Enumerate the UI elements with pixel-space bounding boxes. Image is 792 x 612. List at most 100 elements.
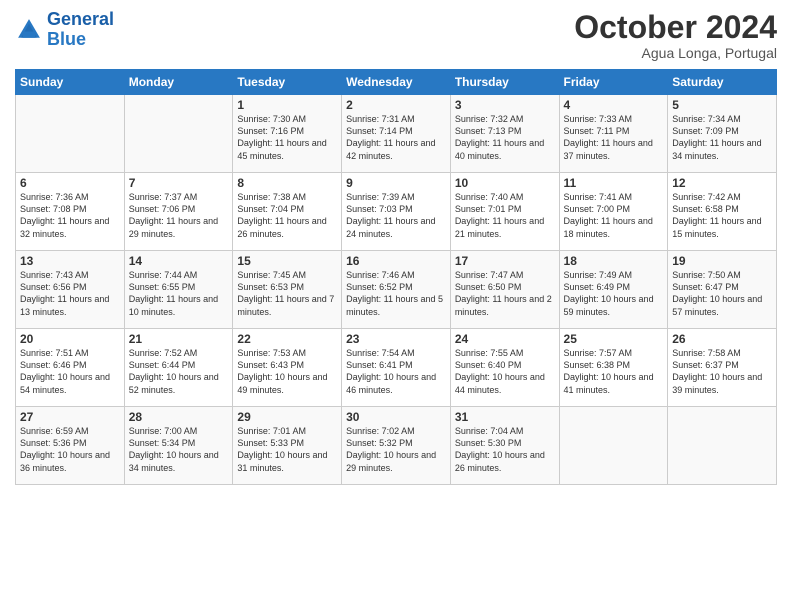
logo-icon (15, 16, 43, 44)
day-info: Sunrise: 7:02 AM Sunset: 5:32 PM Dayligh… (346, 425, 446, 474)
table-row: 7Sunrise: 7:37 AM Sunset: 7:06 PM Daylig… (124, 173, 233, 251)
day-number: 16 (346, 254, 446, 268)
day-info: Sunrise: 7:34 AM Sunset: 7:09 PM Dayligh… (672, 113, 772, 162)
day-info: Sunrise: 7:39 AM Sunset: 7:03 PM Dayligh… (346, 191, 446, 240)
col-friday: Friday (559, 70, 668, 95)
day-info: Sunrise: 7:44 AM Sunset: 6:55 PM Dayligh… (129, 269, 229, 318)
table-row: 10Sunrise: 7:40 AM Sunset: 7:01 PM Dayli… (450, 173, 559, 251)
table-row (124, 95, 233, 173)
day-info: Sunrise: 7:52 AM Sunset: 6:44 PM Dayligh… (129, 347, 229, 396)
calendar-week-row: 13Sunrise: 7:43 AM Sunset: 6:56 PM Dayli… (16, 251, 777, 329)
table-row: 24Sunrise: 7:55 AM Sunset: 6:40 PM Dayli… (450, 329, 559, 407)
col-wednesday: Wednesday (342, 70, 451, 95)
calendar-week-row: 1Sunrise: 7:30 AM Sunset: 7:16 PM Daylig… (16, 95, 777, 173)
table-row: 19Sunrise: 7:50 AM Sunset: 6:47 PM Dayli… (668, 251, 777, 329)
day-number: 22 (237, 332, 337, 346)
table-row: 16Sunrise: 7:46 AM Sunset: 6:52 PM Dayli… (342, 251, 451, 329)
day-number: 15 (237, 254, 337, 268)
table-row: 12Sunrise: 7:42 AM Sunset: 6:58 PM Dayli… (668, 173, 777, 251)
table-row: 31Sunrise: 7:04 AM Sunset: 5:30 PM Dayli… (450, 407, 559, 485)
location-subtitle: Agua Longa, Portugal (574, 45, 777, 61)
table-row: 25Sunrise: 7:57 AM Sunset: 6:38 PM Dayli… (559, 329, 668, 407)
table-row: 5Sunrise: 7:34 AM Sunset: 7:09 PM Daylig… (668, 95, 777, 173)
day-number: 21 (129, 332, 229, 346)
table-row: 21Sunrise: 7:52 AM Sunset: 6:44 PM Dayli… (124, 329, 233, 407)
calendar-week-row: 27Sunrise: 6:59 AM Sunset: 5:36 PM Dayli… (16, 407, 777, 485)
logo: General Blue (15, 10, 114, 50)
day-number: 11 (564, 176, 664, 190)
day-number: 26 (672, 332, 772, 346)
day-number: 1 (237, 98, 337, 112)
day-info: Sunrise: 7:32 AM Sunset: 7:13 PM Dayligh… (455, 113, 555, 162)
day-info: Sunrise: 6:59 AM Sunset: 5:36 PM Dayligh… (20, 425, 120, 474)
table-row: 13Sunrise: 7:43 AM Sunset: 6:56 PM Dayli… (16, 251, 125, 329)
day-info: Sunrise: 7:46 AM Sunset: 6:52 PM Dayligh… (346, 269, 446, 318)
calendar-week-row: 6Sunrise: 7:36 AM Sunset: 7:08 PM Daylig… (16, 173, 777, 251)
table-row (559, 407, 668, 485)
table-row: 1Sunrise: 7:30 AM Sunset: 7:16 PM Daylig… (233, 95, 342, 173)
day-info: Sunrise: 7:33 AM Sunset: 7:11 PM Dayligh… (564, 113, 664, 162)
col-thursday: Thursday (450, 70, 559, 95)
day-info: Sunrise: 7:53 AM Sunset: 6:43 PM Dayligh… (237, 347, 337, 396)
day-info: Sunrise: 7:47 AM Sunset: 6:50 PM Dayligh… (455, 269, 555, 318)
day-number: 14 (129, 254, 229, 268)
table-row: 28Sunrise: 7:00 AM Sunset: 5:34 PM Dayli… (124, 407, 233, 485)
logo-blue: Blue (47, 30, 114, 50)
day-number: 24 (455, 332, 555, 346)
table-row: 8Sunrise: 7:38 AM Sunset: 7:04 PM Daylig… (233, 173, 342, 251)
calendar-header-row: Sunday Monday Tuesday Wednesday Thursday… (16, 70, 777, 95)
day-info: Sunrise: 7:51 AM Sunset: 6:46 PM Dayligh… (20, 347, 120, 396)
calendar-table: Sunday Monday Tuesday Wednesday Thursday… (15, 69, 777, 485)
day-number: 19 (672, 254, 772, 268)
header: General Blue October 2024 Agua Longa, Po… (15, 10, 777, 61)
day-number: 28 (129, 410, 229, 424)
day-info: Sunrise: 7:42 AM Sunset: 6:58 PM Dayligh… (672, 191, 772, 240)
day-info: Sunrise: 7:57 AM Sunset: 6:38 PM Dayligh… (564, 347, 664, 396)
day-info: Sunrise: 7:45 AM Sunset: 6:53 PM Dayligh… (237, 269, 337, 318)
day-info: Sunrise: 7:50 AM Sunset: 6:47 PM Dayligh… (672, 269, 772, 318)
day-number: 23 (346, 332, 446, 346)
day-number: 4 (564, 98, 664, 112)
table-row: 27Sunrise: 6:59 AM Sunset: 5:36 PM Dayli… (16, 407, 125, 485)
day-number: 27 (20, 410, 120, 424)
table-row: 22Sunrise: 7:53 AM Sunset: 6:43 PM Dayli… (233, 329, 342, 407)
day-info: Sunrise: 7:04 AM Sunset: 5:30 PM Dayligh… (455, 425, 555, 474)
page: General Blue October 2024 Agua Longa, Po… (0, 0, 792, 612)
table-row: 11Sunrise: 7:41 AM Sunset: 7:00 PM Dayli… (559, 173, 668, 251)
table-row: 29Sunrise: 7:01 AM Sunset: 5:33 PM Dayli… (233, 407, 342, 485)
table-row: 18Sunrise: 7:49 AM Sunset: 6:49 PM Dayli… (559, 251, 668, 329)
table-row: 30Sunrise: 7:02 AM Sunset: 5:32 PM Dayli… (342, 407, 451, 485)
table-row: 15Sunrise: 7:45 AM Sunset: 6:53 PM Dayli… (233, 251, 342, 329)
month-title: October 2024 (574, 10, 777, 45)
day-info: Sunrise: 7:40 AM Sunset: 7:01 PM Dayligh… (455, 191, 555, 240)
day-info: Sunrise: 7:31 AM Sunset: 7:14 PM Dayligh… (346, 113, 446, 162)
day-info: Sunrise: 7:41 AM Sunset: 7:00 PM Dayligh… (564, 191, 664, 240)
title-block: October 2024 Agua Longa, Portugal (574, 10, 777, 61)
day-number: 17 (455, 254, 555, 268)
table-row: 9Sunrise: 7:39 AM Sunset: 7:03 PM Daylig… (342, 173, 451, 251)
col-tuesday: Tuesday (233, 70, 342, 95)
day-info: Sunrise: 7:43 AM Sunset: 6:56 PM Dayligh… (20, 269, 120, 318)
day-number: 5 (672, 98, 772, 112)
logo-text: General Blue (47, 10, 114, 50)
logo-general: General (47, 9, 114, 29)
day-number: 12 (672, 176, 772, 190)
day-number: 3 (455, 98, 555, 112)
day-number: 10 (455, 176, 555, 190)
day-number: 25 (564, 332, 664, 346)
day-info: Sunrise: 7:36 AM Sunset: 7:08 PM Dayligh… (20, 191, 120, 240)
day-info: Sunrise: 7:37 AM Sunset: 7:06 PM Dayligh… (129, 191, 229, 240)
day-info: Sunrise: 7:49 AM Sunset: 6:49 PM Dayligh… (564, 269, 664, 318)
table-row (16, 95, 125, 173)
day-info: Sunrise: 7:58 AM Sunset: 6:37 PM Dayligh… (672, 347, 772, 396)
day-info: Sunrise: 7:01 AM Sunset: 5:33 PM Dayligh… (237, 425, 337, 474)
day-number: 29 (237, 410, 337, 424)
col-saturday: Saturday (668, 70, 777, 95)
day-info: Sunrise: 7:30 AM Sunset: 7:16 PM Dayligh… (237, 113, 337, 162)
calendar-week-row: 20Sunrise: 7:51 AM Sunset: 6:46 PM Dayli… (16, 329, 777, 407)
day-number: 13 (20, 254, 120, 268)
table-row: 2Sunrise: 7:31 AM Sunset: 7:14 PM Daylig… (342, 95, 451, 173)
table-row: 4Sunrise: 7:33 AM Sunset: 7:11 PM Daylig… (559, 95, 668, 173)
table-row: 14Sunrise: 7:44 AM Sunset: 6:55 PM Dayli… (124, 251, 233, 329)
day-number: 7 (129, 176, 229, 190)
